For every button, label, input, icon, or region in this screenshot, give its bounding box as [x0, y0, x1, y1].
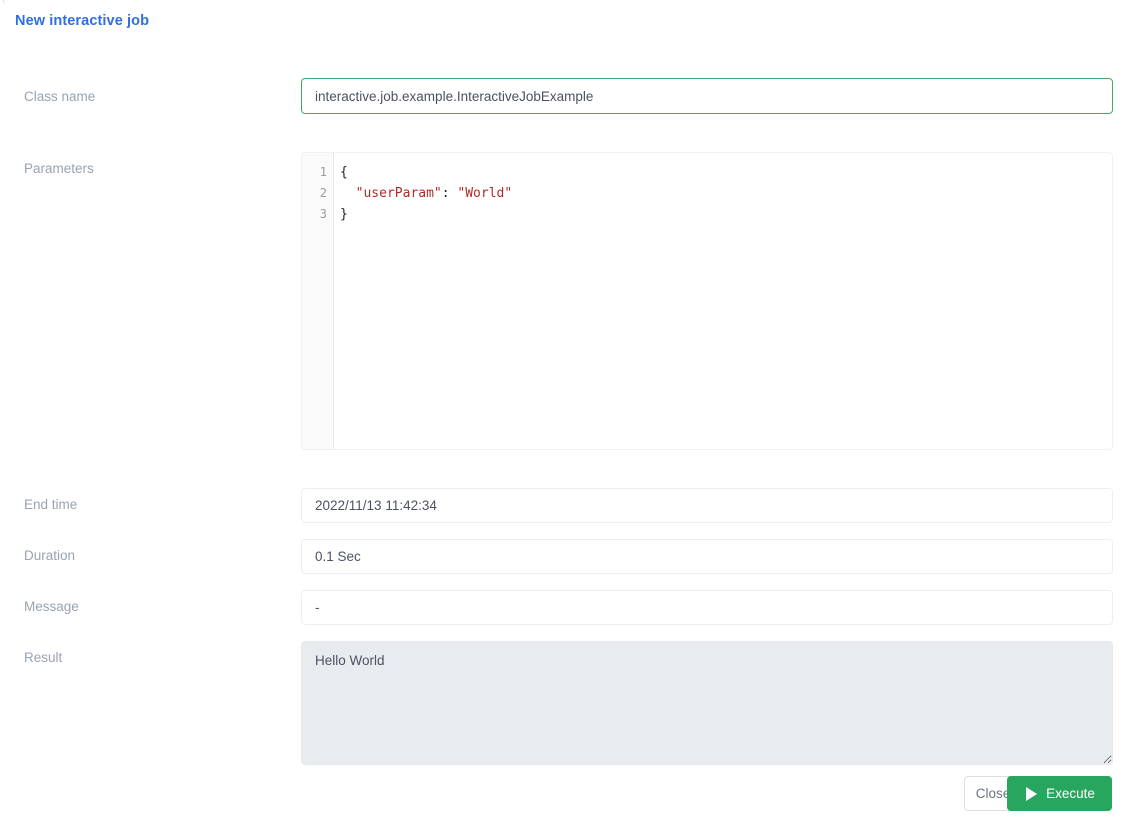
- field-duration: [301, 539, 1113, 574]
- code-content[interactable]: { "userParam": "World"}: [333, 153, 1112, 449]
- field-result: Hello World: [301, 641, 1113, 765]
- dialog-header: New interactive job: [0, 0, 1135, 45]
- code-line: {: [340, 162, 1112, 183]
- label-duration: Duration: [24, 548, 76, 563]
- end-time-input[interactable]: [301, 488, 1113, 523]
- label-message: Message: [24, 599, 79, 614]
- code-token: {: [340, 165, 348, 180]
- dialog-footer: Close Execute: [0, 776, 1135, 816]
- duration-input[interactable]: [301, 539, 1113, 574]
- line-number: 2: [319, 186, 327, 200]
- field-end-time: [301, 488, 1113, 523]
- class-name-input[interactable]: [301, 78, 1113, 114]
- new-interactive-job-dialog: New interactive job Class name Parameter…: [0, 0, 1135, 833]
- code-line: }: [340, 204, 1112, 225]
- execute-button-label: Execute: [1046, 786, 1095, 801]
- message-input[interactable]: [301, 590, 1113, 625]
- parameters-code-editor[interactable]: 1 2 3 { "userParam": "World"}: [301, 152, 1113, 450]
- code-token: "World": [457, 186, 513, 201]
- label-class-name: Class name: [24, 89, 96, 104]
- label-end-time: End time: [24, 497, 78, 512]
- label-result: Result: [24, 650, 63, 665]
- result-textarea[interactable]: Hello World: [301, 641, 1113, 765]
- field-message: [301, 590, 1113, 625]
- code-line-numbers: 1 2 3: [302, 153, 334, 449]
- execute-button[interactable]: Execute: [1007, 776, 1112, 811]
- label-parameters: Parameters: [24, 161, 94, 176]
- play-icon: [1026, 786, 1038, 801]
- line-number: 1: [319, 165, 327, 179]
- field-parameters: 1 2 3 { "userParam": "World"}: [301, 152, 1113, 450]
- code-token: }: [340, 207, 348, 222]
- code-token: :: [441, 186, 458, 201]
- code-line: "userParam": "World": [340, 183, 1112, 204]
- field-class-name: [301, 78, 1113, 114]
- page-title: New interactive job: [15, 13, 150, 29]
- line-number: 3: [319, 207, 327, 221]
- code-token: "userParam": [355, 186, 442, 201]
